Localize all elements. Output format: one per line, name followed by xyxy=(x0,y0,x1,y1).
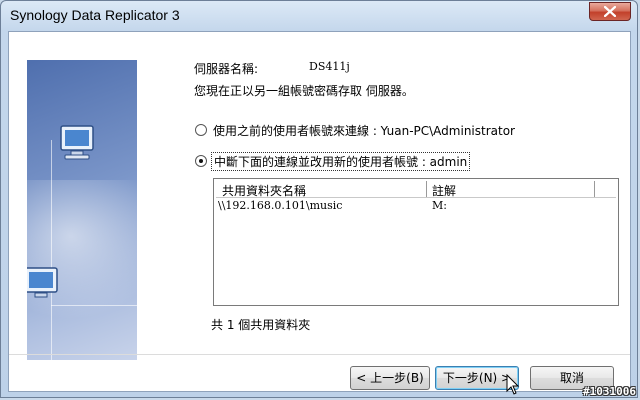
list-header: 共用資料夾名稱 註解 xyxy=(216,181,616,198)
column-header-comment[interactable]: 註解 xyxy=(432,182,456,199)
window-title: Synology Data Replicator 3 xyxy=(10,7,180,23)
column-header-folder-name[interactable]: 共用資料夾名稱 xyxy=(222,182,306,199)
option-use-new-account-label[interactable]: 中斷下面的連線並改用新的使用者帳號 : admin xyxy=(211,152,471,171)
folder-path-cell: \\192.168.0.101\music xyxy=(218,199,343,212)
dialog-body: 伺服器名稱: DS411j 您現在正以另一組帳號密碼存取 伺服器。 使用之前的使… xyxy=(8,31,631,392)
table-row[interactable]: \\192.168.0.101\music M: xyxy=(214,199,614,215)
option-use-previous-account-label[interactable]: 使用之前的使用者帳號來連線 : Yuan-PC\Administrator xyxy=(213,122,515,139)
shared-folder-list[interactable]: 共用資料夾名稱 註解 \\192.168.0.101\music M: xyxy=(213,178,619,306)
mouse-cursor-icon xyxy=(506,374,520,395)
dialog-window: Synology Data Replicator 3 伺服器名稱: DS411j… xyxy=(0,0,638,398)
wizard-side-banner xyxy=(27,60,137,360)
title-bar[interactable]: Synology Data Replicator 3 xyxy=(1,1,637,31)
radio-use-new-account[interactable] xyxy=(195,155,207,167)
folder-comment-cell: M: xyxy=(432,199,447,212)
back-button[interactable]: < 上一步(B) xyxy=(350,366,430,390)
watermark: #1031006 xyxy=(583,385,636,398)
radio-use-previous-account[interactable] xyxy=(195,124,207,136)
monitor-icon xyxy=(27,267,58,298)
access-notice: 您現在正以另一組帳號密碼存取 伺服器。 xyxy=(194,84,414,98)
close-button[interactable] xyxy=(589,2,631,21)
footer-divider xyxy=(9,354,630,355)
shared-folder-count: 共 1 個共用資料夾 xyxy=(211,318,311,332)
close-icon xyxy=(604,6,616,17)
server-name-value: DS411j xyxy=(309,60,350,73)
server-name-label: 伺服器名稱: xyxy=(194,62,259,76)
monitor-icon xyxy=(60,125,94,160)
